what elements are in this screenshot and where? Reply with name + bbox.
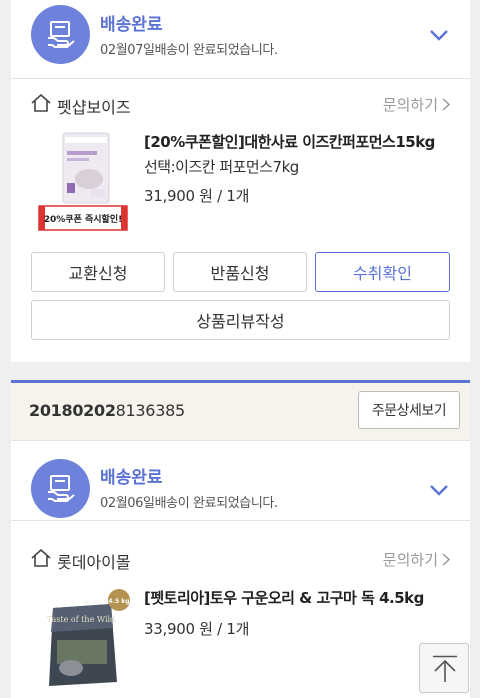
write-review-button[interactable]: 상품리뷰작성 xyxy=(31,300,450,340)
home-icon xyxy=(31,94,51,112)
inquiry-link[interactable]: 문의하기 xyxy=(383,94,451,115)
confirm-receipt-button[interactable]: 수취확인 xyxy=(315,252,450,292)
chevron-down-icon[interactable] xyxy=(429,484,449,496)
scroll-to-top-button[interactable] xyxy=(419,643,469,693)
shipping-date-text: 02월07일배송이 완료되었습니다. xyxy=(100,43,278,58)
store-row: 롯데아이몰 문의하기 xyxy=(11,538,470,582)
order-number-bar: 201802028136385 주문상세보기 xyxy=(11,383,470,441)
thumbnail-weight-badge: 4.5 kg xyxy=(108,598,129,605)
product-price: 33,900 원 / 1개 xyxy=(144,620,250,638)
chevron-down-icon[interactable] xyxy=(429,29,449,41)
order-number: 201802028136385 xyxy=(29,401,185,420)
shipping-status: 배송완료 xyxy=(100,468,163,488)
inquiry-link[interactable]: 문의하기 xyxy=(383,549,451,570)
shipping-status: 배송완료 xyxy=(100,15,163,35)
store-row: 펫샵보이즈 문의하기 xyxy=(11,83,470,127)
product-thumbnail[interactable]: 20%쿠폰 즉시할인! xyxy=(37,131,129,231)
order-detail-button[interactable]: 주문상세보기 xyxy=(358,391,460,429)
arrow-up-icon xyxy=(433,655,457,682)
order-card: 배송완료 02월07일배송이 완료되었습니다. 펫샵보이즈 문의하기 20%쿠폰… xyxy=(11,0,470,362)
store-name: 롯데아이몰 xyxy=(57,553,131,572)
thumbnail-badge: 20%쿠폰 즉시할인! xyxy=(44,213,122,225)
product-option: 선택:이즈칸 퍼포먼스7kg xyxy=(144,158,299,176)
product-thumbnail[interactable]: Taste of the Wild 4.5 kg xyxy=(41,588,131,692)
chevron-right-icon xyxy=(442,553,451,566)
delivery-box-icon xyxy=(31,459,90,518)
product-name[interactable]: [20%쿠폰할인]대한사료 이즈칸퍼포먼스15kg xyxy=(144,131,435,152)
home-icon xyxy=(31,549,51,567)
chevron-right-icon xyxy=(442,98,451,111)
delivery-box-icon xyxy=(31,5,90,64)
shipping-date-text: 02월06일배송이 완료되었습니다. xyxy=(100,496,278,511)
product-name[interactable]: [펫토리아]토우 구운오리 & 고구마 독 4.5kg xyxy=(144,587,424,608)
product-price: 31,900 원 / 1개 xyxy=(144,187,250,205)
shipping-status-header: 배송완료 02월06일배송이 완료되었습니다. xyxy=(11,442,470,521)
thumbnail-brand-text: Taste of the Wild xyxy=(47,615,115,624)
store-name: 펫샵보이즈 xyxy=(57,98,131,117)
return-request-button[interactable]: 반품신청 xyxy=(173,252,307,292)
exchange-request-button[interactable]: 교환신청 xyxy=(31,252,165,292)
shipping-status-header: 배송완료 02월07일배송이 완료되었습니다. xyxy=(11,0,470,79)
